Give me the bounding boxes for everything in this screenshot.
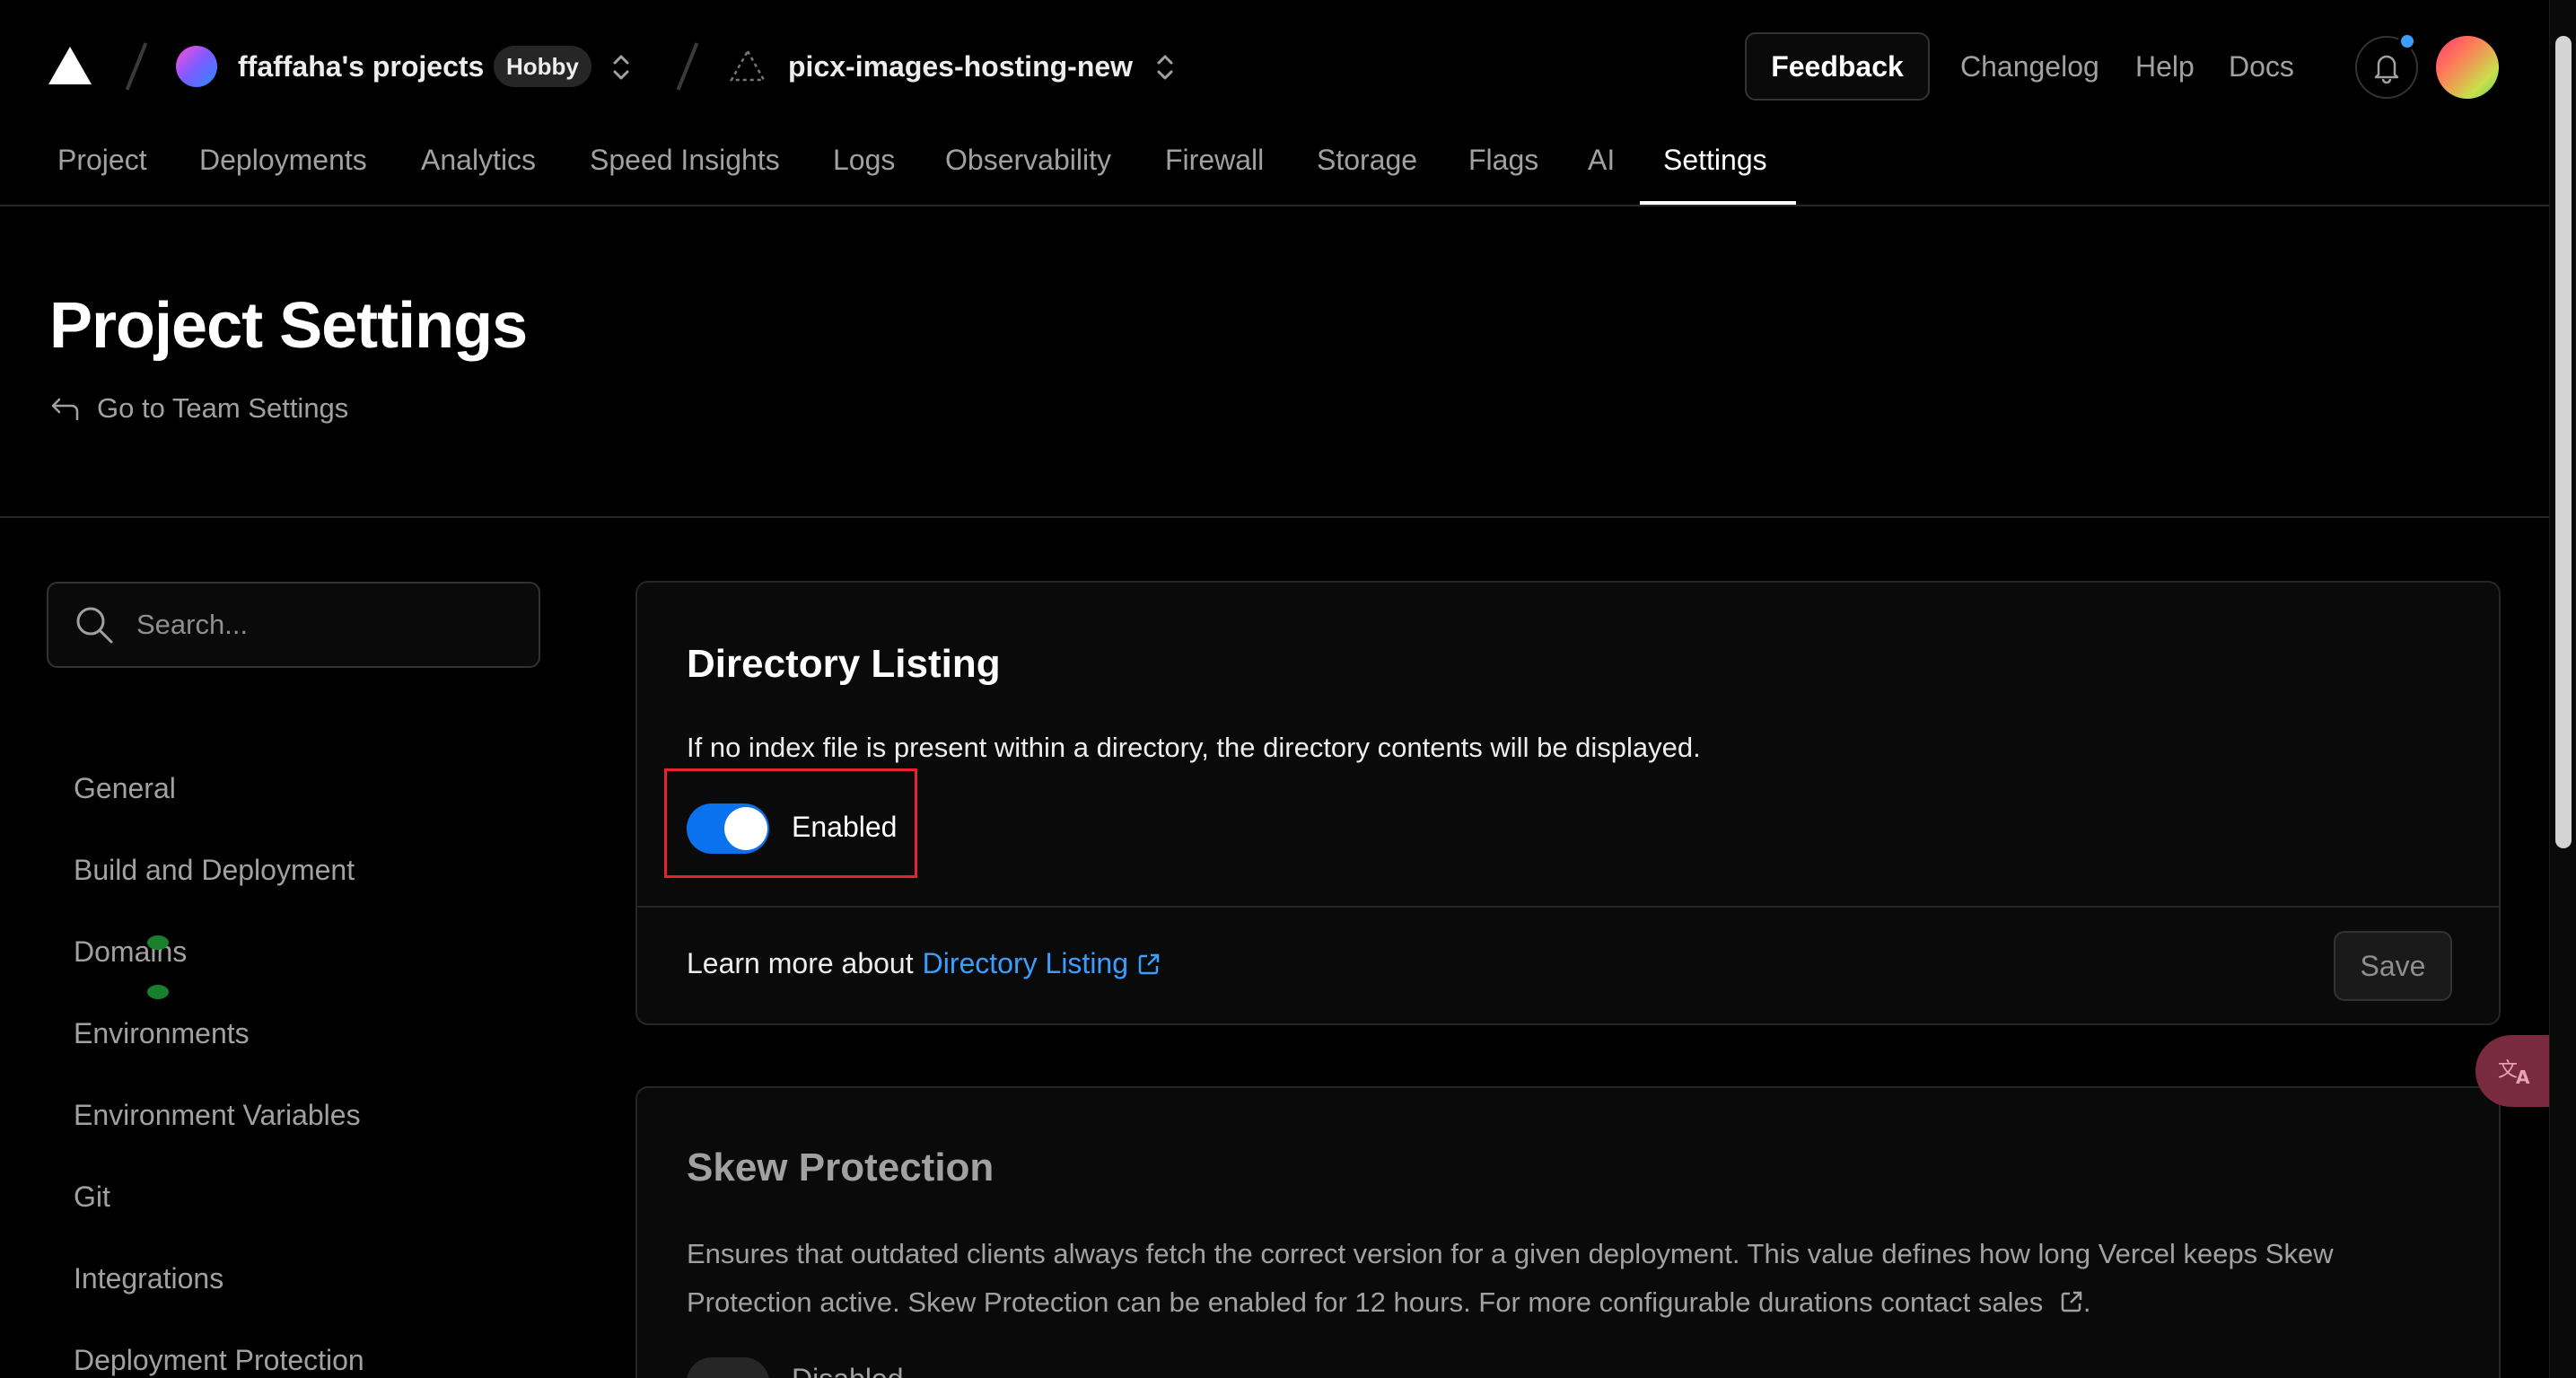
toggle-label: Disabled [792, 1363, 904, 1378]
skew-protection-toggle[interactable] [687, 1357, 769, 1378]
sidebar-item-environment-variables[interactable]: Environment Variables [74, 1099, 361, 1132]
notification-indicator [2398, 32, 2416, 50]
plan-badge: Hobby [494, 46, 591, 87]
toggle-knob [724, 807, 767, 850]
top-navigation-bar: ffaffaha's projects Hobby picx-images-ho… [0, 0, 2549, 135]
project-tabs: Project Deployments Analytics Speed Insi… [0, 135, 2549, 206]
feedback-button[interactable]: Feedback [1745, 32, 1930, 101]
learn-more-text: Learn more about Directory Listing [687, 947, 1161, 980]
project-triangle-icon [729, 48, 767, 82]
svg-text:A: A [2516, 1066, 2530, 1088]
tab-ai[interactable]: AI [1588, 144, 1615, 205]
settings-search[interactable] [47, 582, 540, 668]
scrollbar-thumb[interactable] [2555, 36, 2572, 848]
tab-analytics[interactable]: Analytics [421, 144, 536, 205]
sidebar-item-git[interactable]: Git [74, 1181, 110, 1214]
directory-listing-docs-link[interactable]: Directory Listing [923, 947, 1128, 980]
project-switcher-chevron-icon[interactable] [1154, 52, 1176, 83]
translate-icon: 文 A [2498, 1059, 2530, 1088]
card-description: Ensures that outdated clients always fet… [687, 1230, 2446, 1327]
directory-listing-card: Directory Listing If no index file is pr… [635, 581, 2501, 1025]
go-to-team-settings-link[interactable]: Go to Team Settings [50, 392, 348, 425]
tab-firewall[interactable]: Firewall [1165, 144, 1264, 205]
card-title: Skew Protection [687, 1145, 994, 1189]
breadcrumb-separator [676, 42, 699, 91]
external-link-icon[interactable] [2060, 1290, 2083, 1313]
page-title: Project Settings [49, 290, 528, 362]
team-switcher-chevron-icon[interactable] [610, 52, 632, 83]
vercel-project-settings-page: ffaffaha's projects Hobby picx-images-ho… [0, 0, 2576, 1378]
skew-protection-card: Skew Protection Ensures that outdated cl… [635, 1086, 2501, 1378]
team-avatar[interactable] [176, 46, 217, 87]
search-icon [76, 607, 113, 644]
sidebar-item-domains[interactable]: Domains [74, 935, 187, 969]
tab-observability[interactable]: Observability [945, 144, 1111, 205]
card-title: Directory Listing [687, 642, 1001, 686]
svg-text:文: 文 [2498, 1059, 2518, 1082]
tab-deployments[interactable]: Deployments [199, 144, 367, 205]
tab-project[interactable]: Project [57, 144, 147, 205]
sidebar-item-environments[interactable]: Environments [74, 1017, 250, 1050]
breadcrumb-separator [125, 42, 148, 91]
bell-icon [2374, 55, 2399, 83]
sidebar-item-general[interactable]: General [74, 772, 176, 805]
cursor-marker [147, 985, 169, 999]
tab-settings[interactable]: Settings [1663, 144, 1767, 205]
sidebar-item-integrations[interactable]: Integrations [74, 1262, 223, 1295]
card-description: If no index file is present within a dir… [687, 732, 1701, 763]
page-scrollbar[interactable] [2549, 0, 2576, 1378]
back-arrow-icon [51, 398, 79, 421]
translate-extension-button[interactable]: 文 A [2475, 1035, 2556, 1107]
sidebar-item-deployment-protection[interactable]: Deployment Protection [74, 1344, 364, 1377]
vercel-logo-icon[interactable] [48, 47, 92, 84]
help-link[interactable]: Help [2135, 50, 2195, 83]
period: . [2082, 1286, 2091, 1318]
search-input[interactable] [136, 609, 513, 641]
learn-more-prefix: Learn more about [687, 947, 914, 979]
cursor-marker [147, 935, 169, 950]
team-name[interactable]: ffaffaha's projects [238, 50, 484, 83]
card-footer: Learn more about Directory Listing Save [637, 906, 2499, 1025]
save-button[interactable]: Save [2334, 931, 2452, 1001]
user-avatar[interactable] [2436, 36, 2499, 99]
tab-flags[interactable]: Flags [1468, 144, 1538, 205]
sidebar-item-build-and-deployment[interactable]: Build and Deployment [74, 854, 355, 887]
active-tab-indicator [1640, 201, 1796, 205]
docs-link[interactable]: Docs [2229, 50, 2294, 83]
tab-logs[interactable]: Logs [833, 144, 895, 205]
toggle-label: Enabled [792, 811, 898, 843]
tab-storage[interactable]: Storage [1317, 144, 1417, 205]
back-link-label: Go to Team Settings [97, 392, 349, 424]
project-name[interactable]: picx-images-hosting-new [788, 50, 1133, 83]
external-link-icon[interactable] [1137, 952, 1161, 976]
tab-speed-insights[interactable]: Speed Insights [590, 144, 780, 205]
directory-listing-toggle[interactable] [687, 803, 769, 854]
changelog-link[interactable]: Changelog [1960, 50, 2099, 83]
divider [0, 516, 2549, 518]
